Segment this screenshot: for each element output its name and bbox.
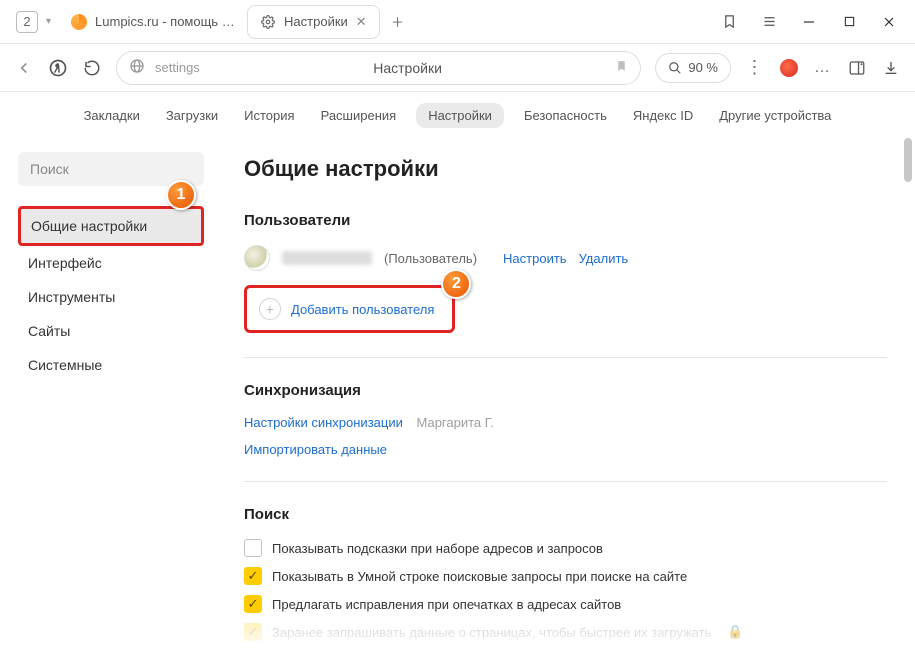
bookmark-icon[interactable]	[615, 59, 628, 76]
section-heading-sync: Синхронизация	[244, 382, 887, 399]
window-minimize-button[interactable]	[789, 6, 829, 38]
tab-dropdown-icon[interactable]: ▾	[46, 16, 51, 27]
favicon-lumpics-icon	[71, 14, 87, 30]
sync-settings-link[interactable]: Настройки синхронизации	[244, 415, 403, 430]
page-title: Общие настройки	[244, 156, 887, 182]
checkbox-label: Показывать подсказки при наборе адресов …	[272, 541, 603, 556]
sync-user-name: Маргарита Г.	[416, 415, 493, 430]
sidepanel-icon[interactable]	[847, 58, 867, 78]
checkbox-label: Заранее запрашивать данные о страницах, …	[272, 625, 711, 640]
user-settings-link[interactable]: Настроить	[503, 251, 567, 266]
nav-settings[interactable]: Настройки	[416, 103, 504, 128]
sidebar-item-system[interactable]: Системные	[18, 348, 204, 382]
settings-content: Общие настройки Пользователи (Пользовате…	[216, 138, 915, 652]
address-text: settings	[155, 60, 200, 75]
annotation-callout-2: 2	[441, 269, 471, 299]
sidebar-search-placeholder: Поиск	[30, 161, 69, 177]
checkbox-label: Предлагать исправления при опечатках в а…	[272, 597, 621, 612]
sidebar-item-interface[interactable]: Интерфейс	[18, 246, 204, 280]
overflow-icon[interactable]: …	[813, 58, 833, 78]
checkbox-row-suggestions[interactable]: Показывать подсказки при наборе адресов …	[244, 539, 887, 557]
zoom-indicator[interactable]: 90 %	[655, 53, 731, 83]
close-tab-icon[interactable]: ✕	[356, 14, 367, 30]
refresh-button[interactable]	[82, 58, 102, 78]
sidebar-item-sites[interactable]: Сайты	[18, 314, 204, 348]
tab-label: Настройки	[284, 14, 348, 29]
extension-opera-icon[interactable]	[779, 58, 799, 78]
window-maximize-button[interactable]	[829, 6, 869, 38]
nav-security[interactable]: Безопасность	[518, 104, 613, 127]
checkbox-checked-icon[interactable]: ✓	[244, 567, 262, 585]
current-user-row: (Пользователь) Настроить Удалить	[244, 245, 887, 271]
user-name-redacted	[282, 251, 372, 265]
window-titlebar: 2 ▾ Lumpics.ru - помощь с ком Настройки …	[0, 0, 915, 44]
browser-toolbar: settings Настройки 90 % ⋮ …	[0, 44, 915, 92]
annotation-callout-1: 1	[166, 180, 196, 210]
sidebar-item-general[interactable]: Общие настройки	[18, 206, 204, 246]
hamburger-menu-icon[interactable]	[749, 6, 789, 38]
browser-tab-settings[interactable]: Настройки ✕	[247, 5, 380, 39]
zoom-value: 90 %	[688, 60, 718, 75]
nav-other-devices[interactable]: Другие устройства	[713, 104, 837, 127]
back-button[interactable]	[14, 58, 34, 78]
browser-tab-lumpics[interactable]: Lumpics.ru - помощь с ком	[59, 5, 247, 39]
nav-bookmarks[interactable]: Закладки	[78, 104, 146, 127]
add-user-button[interactable]: + Добавить пользователя	[244, 285, 455, 333]
checkbox-row-smartbar[interactable]: ✓ Показывать в Умной строке поисковые за…	[244, 567, 887, 585]
window-close-button[interactable]	[869, 6, 909, 38]
address-page-title: Настройки	[210, 60, 606, 76]
bookmark-header-icon[interactable]	[709, 6, 749, 38]
gear-icon	[260, 14, 276, 30]
more-menu-button[interactable]: ⋮	[745, 58, 765, 78]
plus-icon: +	[259, 298, 281, 320]
main-area: Поиск Общие настройки 1 Интерфейс Инстру…	[0, 138, 915, 652]
user-role-label: (Пользователь)	[384, 251, 477, 266]
sidebar-item-tools[interactable]: Инструменты	[18, 280, 204, 314]
nav-yandex-id[interactable]: Яндекс ID	[627, 104, 699, 127]
new-tab-button[interactable]: ＋	[386, 10, 410, 34]
section-heading-search: Поиск	[244, 506, 887, 523]
settings-nav-bar: Закладки Загрузки История Расширения Нас…	[0, 92, 915, 138]
lock-icon: 🔒	[727, 624, 743, 640]
checkbox-unchecked-icon[interactable]	[244, 539, 262, 557]
checkbox-row-spellfix[interactable]: ✓ Предлагать исправления при опечатках в…	[244, 595, 887, 613]
avatar	[244, 245, 270, 271]
section-heading-users: Пользователи	[244, 212, 887, 229]
nav-history[interactable]: История	[238, 104, 300, 127]
settings-sidebar: Поиск Общие настройки 1 Интерфейс Инстру…	[0, 138, 216, 652]
divider	[244, 357, 887, 358]
globe-icon	[129, 58, 145, 77]
nav-extensions[interactable]: Расширения	[315, 104, 403, 127]
downloads-icon[interactable]	[881, 58, 901, 78]
checkbox-checked-icon: ✓	[244, 623, 262, 641]
sidebar-item-label: Общие настройки	[31, 218, 147, 234]
add-user-label: Добавить пользователя	[291, 302, 434, 317]
zoom-icon	[668, 61, 682, 75]
address-bar[interactable]: settings Настройки	[116, 51, 641, 85]
checkbox-label: Показывать в Умной строке поисковые запр…	[272, 569, 687, 584]
nav-downloads[interactable]: Загрузки	[160, 104, 224, 127]
divider	[244, 481, 887, 482]
tab-counter[interactable]: 2	[16, 11, 38, 33]
yandex-logo-icon[interactable]	[48, 58, 68, 78]
import-data-link[interactable]: Импортировать данные	[244, 442, 387, 457]
checkbox-checked-icon[interactable]: ✓	[244, 595, 262, 613]
checkbox-row-prefetch-partial: ✓ Заранее запрашивать данные о страницах…	[244, 623, 887, 641]
tab-label: Lumpics.ru - помощь с ком	[95, 14, 235, 29]
user-delete-link[interactable]: Удалить	[579, 251, 629, 266]
